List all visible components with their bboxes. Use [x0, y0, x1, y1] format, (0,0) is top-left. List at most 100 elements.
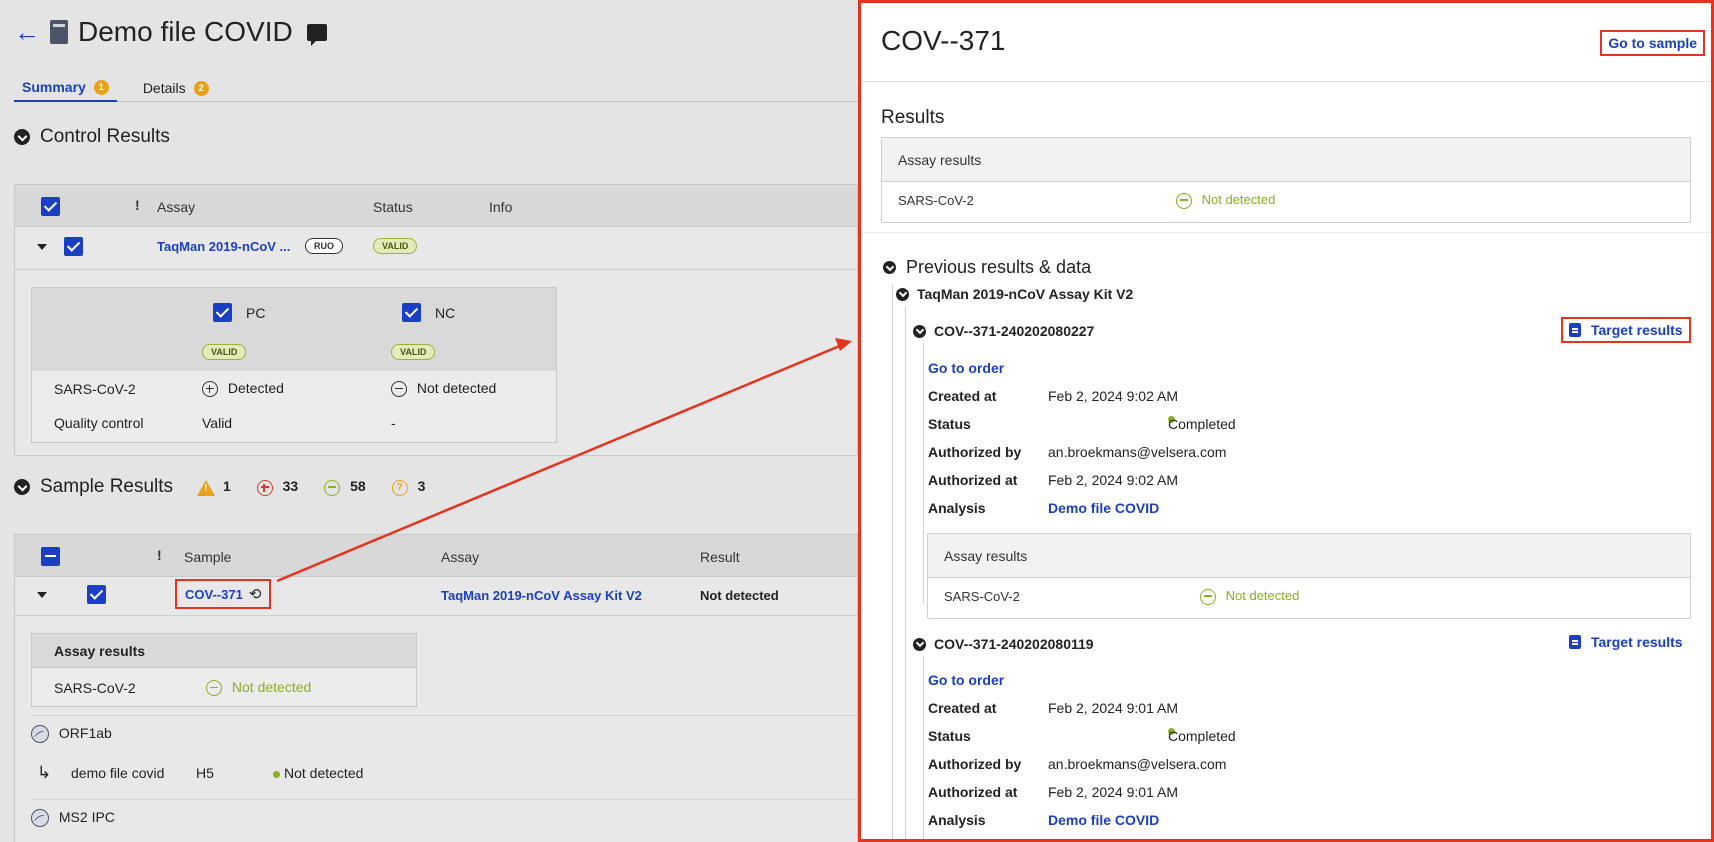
result-text: Not detected: [1225, 588, 1300, 603]
kit-toggle[interactable]: TaqMan 2019-nCoV Assay Kit V2: [896, 286, 1133, 302]
target-results-button[interactable]: Target results: [1563, 631, 1689, 653]
warning-count[interactable]: 1: [197, 478, 231, 496]
table-row: SARS-CoV-2 Not detected: [882, 182, 1690, 220]
tab-bar: Summary 1 Details 2: [14, 74, 858, 102]
nc-result-text: Not detected: [416, 380, 497, 396]
go-to-order-link[interactable]: Go to order: [928, 360, 1004, 376]
expand-row-icon[interactable]: [37, 244, 47, 250]
target-row[interactable]: MS2 IPC: [31, 809, 115, 828]
previous-results-toggle[interactable]: Previous results & data: [883, 257, 1091, 278]
chevron-down-icon[interactable]: [14, 129, 30, 145]
control-results-table: ! Assay Status Info TaqMan 2019-nCoV ...…: [14, 184, 858, 456]
plus-circle-icon: [256, 479, 273, 496]
pc-checkbox[interactable]: [213, 303, 232, 322]
back-arrow-icon[interactable]: ←: [14, 17, 40, 48]
ruo-badge: RUO: [305, 238, 343, 254]
minus-circle-icon: [391, 381, 407, 398]
analysis-link[interactable]: Demo file COVID: [1048, 500, 1159, 516]
expand-row-icon[interactable]: [37, 592, 47, 598]
divider: [31, 799, 857, 800]
unknown-count[interactable]: ? 3: [391, 478, 425, 496]
divider: [15, 615, 857, 616]
page-header: ← Demo file COVID: [14, 16, 327, 48]
result-value: Not detected: [700, 588, 779, 603]
table-row[interactable]: COV--371 ⟲ TaqMan 2019-nCoV Assay Kit V2…: [15, 577, 857, 613]
nc-qc-value: -: [391, 415, 396, 431]
run-toggle[interactable]: COV--371-240202080119: [913, 636, 1094, 652]
table-row: SARS-CoV-2 Not detected: [928, 578, 1690, 616]
assay-column-header[interactable]: Assay: [441, 549, 479, 565]
table-header: ! Assay Status Info: [15, 185, 857, 227]
control-detail-card: PC NC VALID VALID SARS-CoV-2 Detected No…: [31, 287, 557, 443]
status-dot-icon: [273, 770, 280, 778]
page-title: Demo file COVID: [78, 16, 293, 47]
target-name: MS2 IPC: [58, 809, 115, 825]
chevron-down-icon[interactable]: [883, 261, 896, 274]
sub-result-text: Not detected: [284, 765, 364, 781]
target-results-button[interactable]: Target results: [1561, 317, 1691, 343]
control-results-toggle[interactable]: Control Results: [14, 126, 170, 148]
select-all-checkbox[interactable]: [41, 547, 60, 566]
nc-checkbox[interactable]: [402, 303, 421, 322]
flag-column-header: !: [157, 547, 162, 563]
not-detected-count-value: 58: [350, 478, 366, 495]
sample-column-header[interactable]: Sample: [184, 549, 231, 565]
go-to-order-link[interactable]: Go to order: [928, 672, 1004, 688]
clipboard-icon: [1569, 635, 1581, 649]
field-label: Authorized by: [928, 444, 1022, 460]
tab-summary-badge: 1: [93, 79, 109, 95]
field-label: Status: [928, 416, 971, 432]
minus-circle-icon: [1200, 588, 1216, 605]
previous-results-title: Previous results & data: [906, 257, 1092, 277]
flag-column-header: !: [135, 197, 140, 213]
field-value: Feb 2, 2024 9:01 AM: [1048, 784, 1178, 800]
plus-circle-icon: [202, 381, 218, 398]
not-detected-count[interactable]: 58: [324, 478, 366, 496]
assay-link[interactable]: TaqMan 2019-nCoV Assay Kit V2: [441, 588, 642, 603]
field-value: an.broekmans@velsera.com: [1048, 444, 1227, 460]
pc-qc-value: Valid: [202, 415, 233, 431]
assay-column-header[interactable]: Assay: [157, 199, 195, 215]
result-column-header[interactable]: Result: [700, 549, 740, 565]
nc-label: NC: [435, 305, 456, 321]
field-label: Authorized at: [928, 784, 1018, 800]
minus-circle-icon: [206, 680, 222, 697]
status-column-header[interactable]: Status: [373, 199, 413, 215]
info-column-header[interactable]: Info: [489, 199, 512, 215]
select-all-checkbox[interactable]: [41, 197, 60, 216]
tab-summary[interactable]: Summary 1: [14, 74, 117, 102]
assay-results-card: Assay results SARS-CoV-2 Not detected: [31, 633, 417, 707]
sample-results-toggle[interactable]: Sample Results 1 33 58 ? 3: [14, 476, 425, 498]
tab-details[interactable]: Details 2: [135, 74, 217, 102]
analysis-link[interactable]: Demo file COVID: [1048, 812, 1159, 828]
row-checkbox[interactable]: [64, 237, 83, 256]
sample-counts: 1 33 58 ? 3: [197, 478, 425, 496]
chevron-down-icon[interactable]: [896, 287, 909, 301]
field-label: Status: [928, 728, 971, 744]
target-label: SARS-CoV-2: [54, 680, 136, 696]
sample-results-title: Sample Results: [40, 476, 174, 497]
run-toggle[interactable]: COV--371-240202080227: [913, 323, 1094, 339]
assay-link[interactable]: TaqMan 2019-nCoV ...: [157, 239, 290, 254]
target-row[interactable]: ORF1ab: [31, 725, 112, 744]
sample-link-highlight[interactable]: COV--371 ⟲: [175, 579, 272, 609]
sample-link[interactable]: COV--371: [185, 587, 243, 602]
field-value: Completed: [1168, 416, 1236, 432]
assay-results-card: Assay results SARS-CoV-2 Not detected: [927, 533, 1691, 619]
detected-count[interactable]: 33: [256, 478, 298, 496]
chevron-down-icon[interactable]: [14, 479, 30, 495]
history-icon[interactable]: ⟲: [249, 585, 262, 603]
field-value: an.broekmans@velsera.com: [1048, 756, 1227, 772]
go-to-sample-link[interactable]: Go to sample: [1600, 30, 1705, 56]
chevron-down-icon[interactable]: [913, 637, 926, 651]
control-header-band: [32, 288, 556, 371]
row-checkbox[interactable]: [87, 585, 106, 604]
file-icon: [50, 20, 68, 44]
field-value: Feb 2, 2024 9:01 AM: [1048, 700, 1178, 716]
clipboard-icon: [1569, 323, 1581, 337]
comment-icon[interactable]: [306, 23, 327, 46]
field-value: Feb 2, 2024 9:02 AM: [1048, 388, 1178, 404]
status-badge: VALID: [373, 238, 418, 254]
chevron-down-icon[interactable]: [913, 324, 926, 338]
divider: [861, 232, 1711, 233]
